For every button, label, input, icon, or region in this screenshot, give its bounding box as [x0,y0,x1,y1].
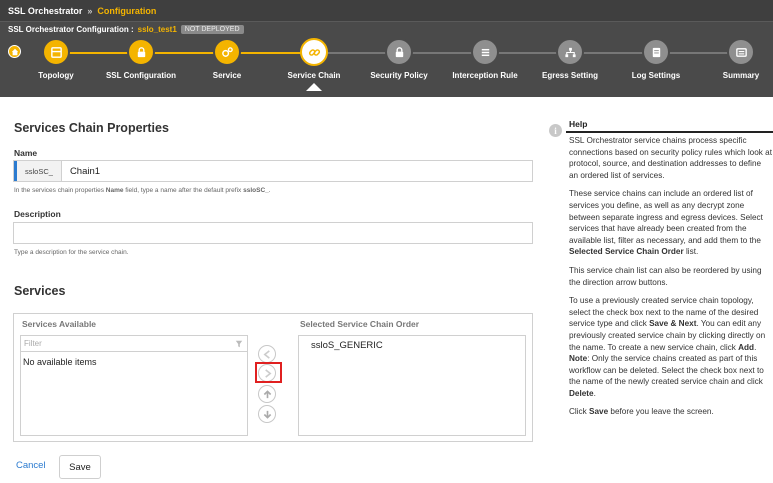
deploy-status-badge: NOT DEPLOYED [180,25,244,34]
step-label: Security Policy [370,71,428,80]
services-available-list[interactable]: Filter No available items [20,335,248,436]
help-divider [566,131,773,133]
name-hint: In the services chain properties Name fi… [14,187,271,194]
gears-icon [213,38,241,66]
step-security-policy[interactable]: Security Policy [357,38,441,80]
step-service[interactable]: Service [185,38,269,80]
services-available-title: Services Available [22,319,97,329]
save-button[interactable]: Save [59,455,101,479]
name-prefix: ssloSC_ [17,161,62,181]
step-label: Interception Rule [452,71,518,80]
step-interception-rule[interactable]: Interception Rule [443,38,527,80]
help-title: Help [569,119,588,129]
breadcrumb: SSL Orchestrator » Configuration [0,0,773,22]
summary-icon [727,38,755,66]
step-ssl-configuration[interactable]: SSL Configuration [99,38,183,80]
name-label: Name [14,148,38,158]
section-title-properties: Services Chain Properties [14,121,169,135]
help-paragraph: To use a previously created service chai… [569,296,766,398]
name-field[interactable]: ssloSC_ Chain1 [13,160,533,182]
list-item[interactable]: ssloS_GENERIC [311,340,383,351]
filter-icon [235,340,243,348]
log-icon [642,38,670,66]
selected-chain-list[interactable]: ssloS_GENERIC [298,335,526,436]
step-label: Service [212,71,242,80]
highlight-annotation [255,362,282,383]
network-icon [556,38,584,66]
move-down-button[interactable] [258,405,276,423]
breadcrumb-configuration[interactable]: Configuration [97,6,156,16]
move-up-button[interactable] [258,385,276,403]
step-label: Service Chain [287,71,341,80]
breadcrumb-separator: » [87,5,93,16]
step-log-settings[interactable]: Log Settings [614,38,698,80]
link-icon [300,38,328,66]
step-label: Log Settings [631,71,681,80]
help-text: SSL Orchestrator service chains process … [569,135,772,425]
arrow-left-icon [263,349,270,359]
cancel-link[interactable]: Cancel [16,460,46,471]
name-input-value[interactable]: Chain1 [62,166,100,177]
step-label: Egress Setting [541,71,598,80]
filter-placeholder: Filter [24,339,42,348]
arrow-up-icon [263,389,271,398]
help-paragraph: SSL Orchestrator service chains process … [569,136,772,180]
lock-icon [127,38,155,66]
list-icon [471,38,499,66]
config-label: SSL Orchestrator Configuration : [8,25,134,34]
filter-input[interactable]: Filter [21,336,247,352]
step-egress-setting[interactable]: Egress Setting [528,38,612,80]
step-label: SSL Configuration [105,71,177,80]
step-summary[interactable]: Summary [699,38,773,80]
move-left-button[interactable] [258,345,276,363]
config-subtitle: SSL Orchestrator Configuration : sslo_te… [8,25,244,34]
help-paragraph: These service chains can include an orde… [569,189,763,257]
info-icon: i [549,124,562,137]
lock-icon [385,38,413,66]
selected-chain-title: Selected Service Chain Order [300,319,420,329]
app-title[interactable]: SSL Orchestrator [8,6,82,16]
no-items-text: No available items [23,357,97,367]
description-field[interactable] [13,222,533,244]
help-paragraph: This service chain list can also be reor… [569,265,762,287]
step-label: Summary [722,71,760,80]
current-step-indicator [306,83,322,91]
description-hint: Type a description for the service chain… [14,249,129,256]
step-service-chain[interactable]: Service Chain [272,38,356,80]
config-name: sslo_test1 [137,25,177,34]
section-title-services: Services [14,284,66,298]
help-paragraph: Click Save before you leave the screen. [569,407,714,417]
description-label: Description [14,209,61,219]
wizard-header: SSL Orchestrator » Configuration SSL Orc… [0,0,773,97]
topology-icon [42,38,70,66]
step-topology[interactable]: Topology [14,38,98,80]
step-label: Topology [38,71,74,80]
arrow-down-icon [263,410,271,419]
